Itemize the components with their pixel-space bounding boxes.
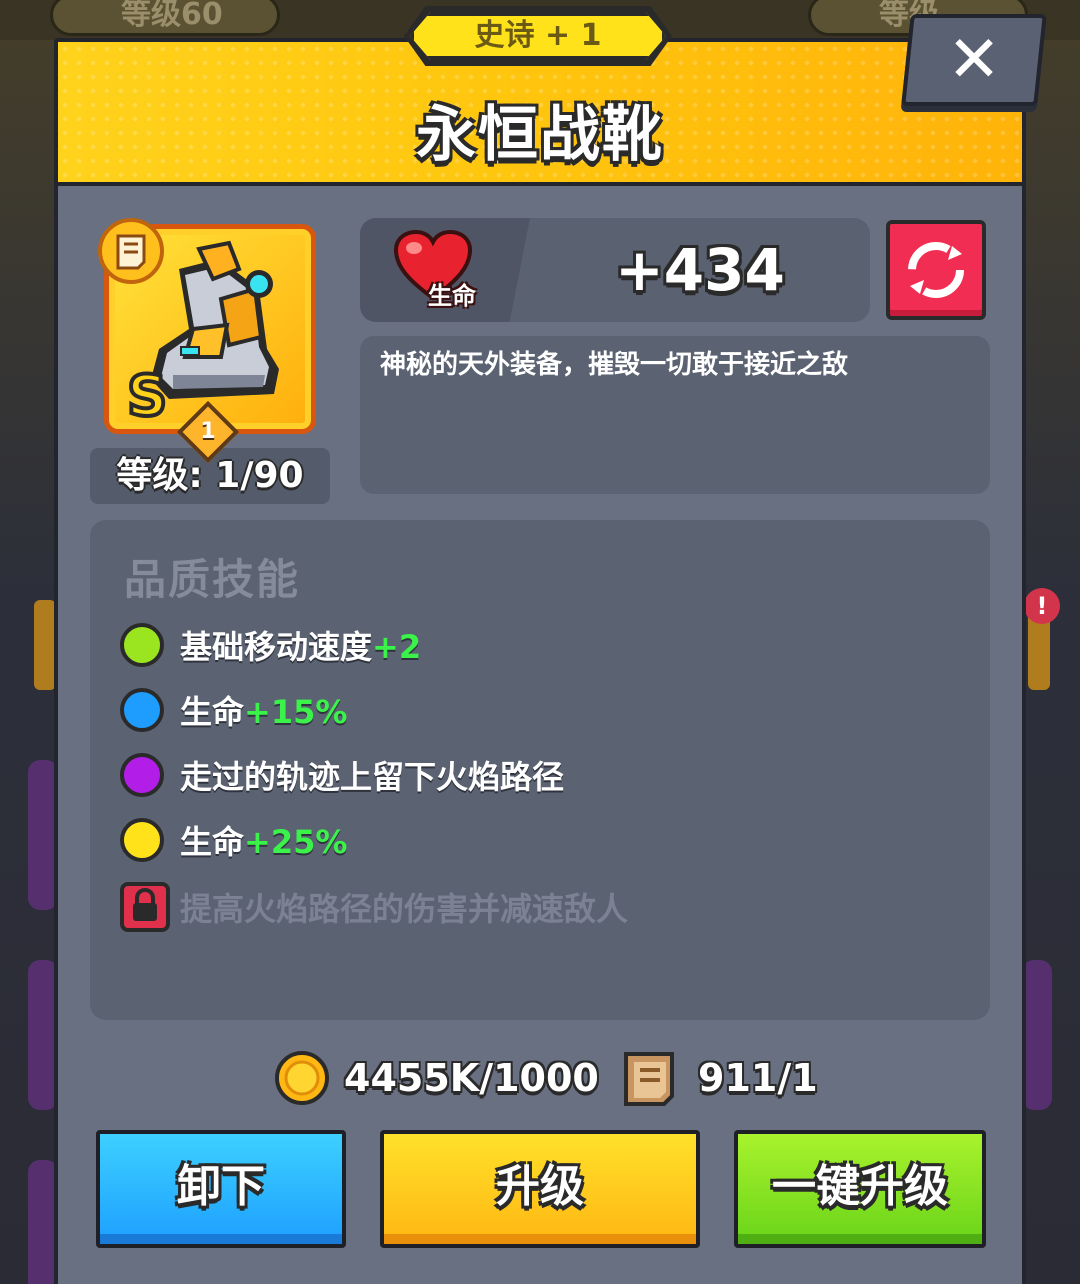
gold-coin-icon [275, 1051, 329, 1105]
refresh-icon [908, 242, 964, 298]
refresh-button[interactable] [886, 220, 986, 320]
item-description: 神秘的天外装备，摧毁一切敢于接近之敌 [360, 336, 990, 494]
skill-text: 提高火焰路径的伤害并减速敌人 [180, 890, 629, 928]
skill-dot-icon [120, 753, 164, 797]
background-purple-card [1022, 960, 1052, 1110]
skill-dot-icon [120, 688, 164, 732]
upgrade-button[interactable]: 升级 [380, 1130, 700, 1248]
game-screen: 等级60 等级 ! 永恒战靴 史诗 + 1 ✕ S 1 等级: 1/90 生命 … [0, 0, 1080, 1284]
stat-label: 生命 [428, 282, 476, 310]
scroll-cost: 911/1 [620, 1046, 818, 1110]
close-button[interactable]: ✕ [901, 14, 1047, 106]
alert-icon: ! [1024, 588, 1060, 624]
skill-dot-icon [120, 818, 164, 862]
item-name: 永恒战靴 [416, 100, 664, 170]
description-text: 神秘的天外装备，摧毁一切敢于接近之敌 [380, 350, 849, 380]
background-level-pill: 等级60 [50, 0, 280, 36]
lock-icon [120, 882, 170, 932]
gold-amount: 4455K/1000 [344, 1056, 599, 1100]
skill-text: 走过的轨迹上留下火焰路径 [180, 758, 565, 796]
skill-text: 生命 [180, 693, 245, 731]
skill-bonus: +15% [244, 693, 348, 731]
rarity-badge: 史诗 + 1 [410, 12, 666, 60]
skill-text: 基础移动速度 [180, 628, 373, 666]
gold-cost: 4455K/1000 [274, 1046, 599, 1110]
skills-title: 品质技能 [124, 555, 301, 604]
scroll-icon [116, 234, 146, 270]
skill-bonus: +25% [244, 823, 348, 861]
skill-dot-icon [120, 623, 164, 667]
background-card-edge [34, 600, 56, 690]
unequip-button[interactable]: 卸下 [96, 1130, 346, 1248]
skill-item: 走过的轨迹上留下火焰路径 [120, 750, 564, 800]
close-icon: ✕ [947, 23, 1001, 97]
item-type-badge [98, 218, 164, 284]
upgrade-all-button[interactable]: 一键升级 [734, 1130, 986, 1248]
skill-item: 基础移动速度+2 [120, 620, 421, 670]
scroll-amount: 911/1 [698, 1056, 818, 1100]
grade-letter: S [127, 364, 167, 429]
skill-item: 生命+15% [120, 685, 347, 735]
star-level-text: 1 [200, 419, 216, 444]
stat-value: +434 [615, 236, 785, 304]
skill-text: 生命 [180, 823, 245, 861]
skill-item-locked: 提高火焰路径的伤害并减速敌人 [120, 882, 628, 932]
background-level-text: 等级60 [121, 0, 223, 32]
scroll-icon [624, 1052, 674, 1106]
skill-item: 生命+25% [120, 815, 347, 865]
skill-bonus: +2 [372, 628, 422, 666]
